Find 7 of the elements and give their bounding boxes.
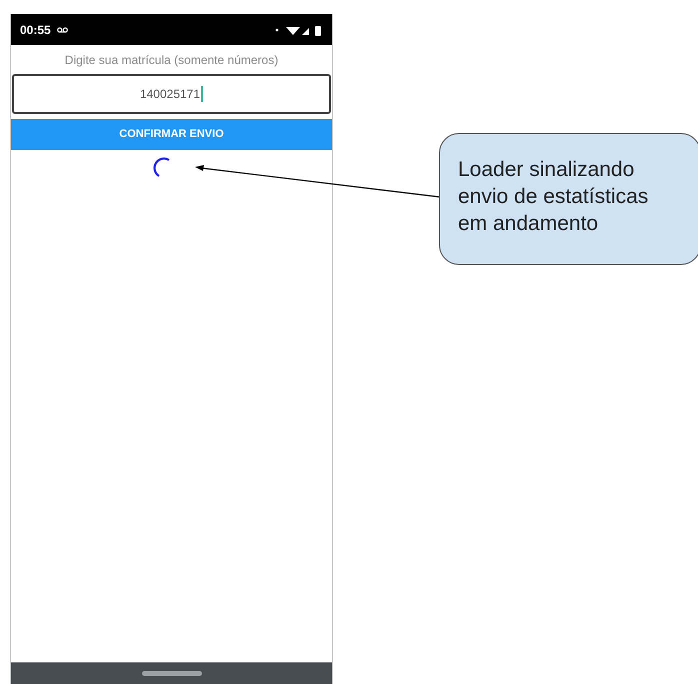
home-handle[interactable] — [142, 671, 202, 676]
status-icons — [273, 24, 323, 36]
registration-input[interactable]: 140025171 — [12, 74, 331, 114]
voicemail-icon — [56, 26, 68, 32]
field-label: Digite sua matrícula (somente números) — [64, 52, 280, 69]
status-time: 00:55 — [20, 22, 51, 38]
callout-text: Loader sinalizando envio de estatísticas em andamento — [458, 158, 648, 235]
